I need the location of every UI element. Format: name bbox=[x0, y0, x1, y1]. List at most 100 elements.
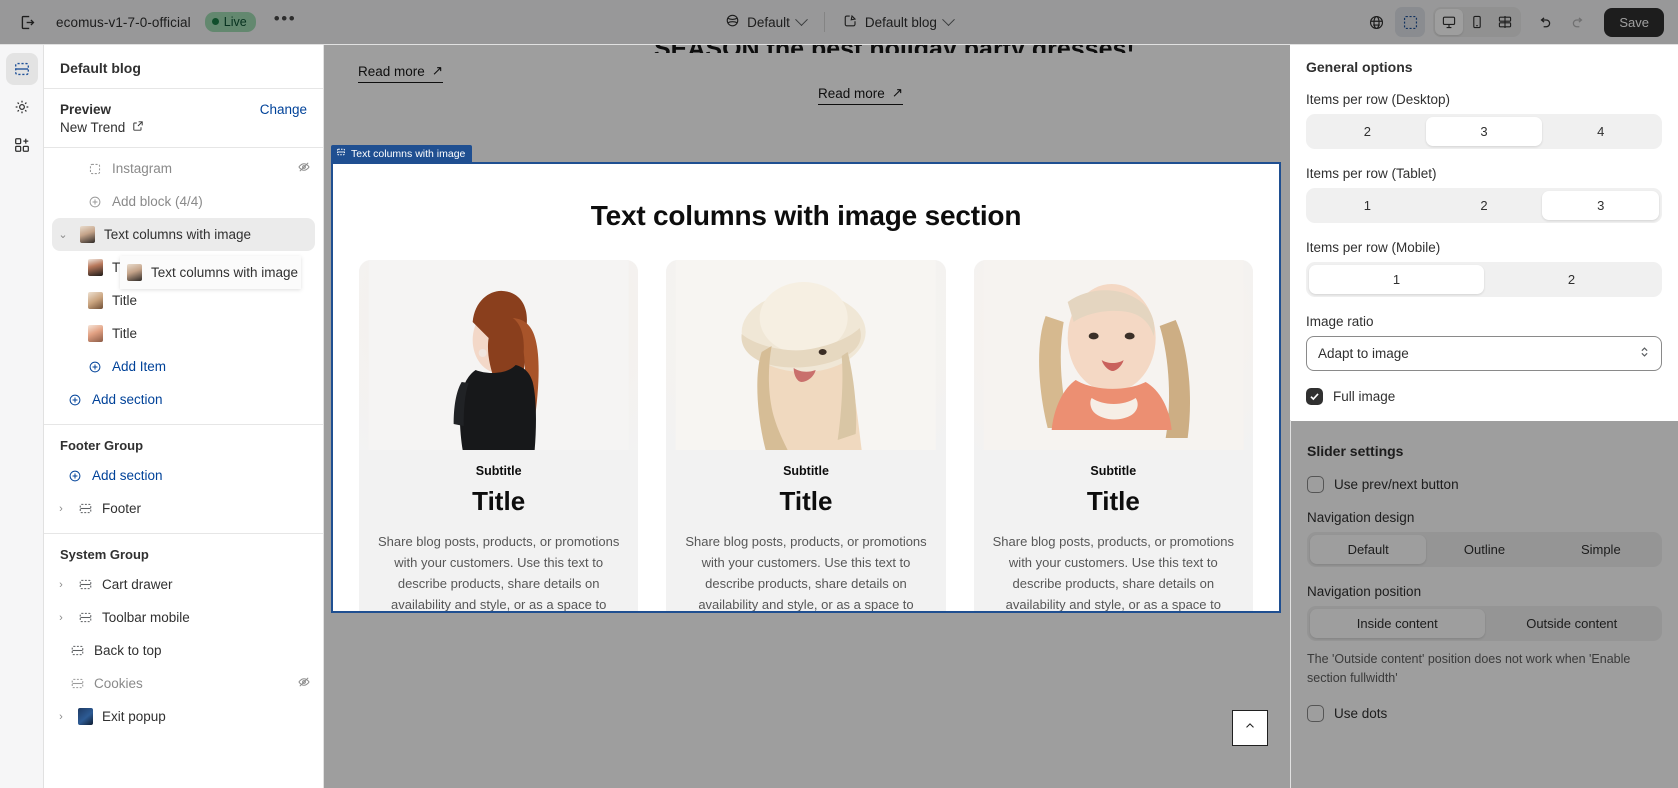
sidebar-item-label: Exit popup bbox=[102, 709, 166, 724]
change-preview-link[interactable]: Change bbox=[260, 102, 307, 117]
save-button[interactable]: Save bbox=[1604, 7, 1664, 37]
icon-rail bbox=[0, 45, 44, 788]
theme-editor-app: ecomus-v1-7-0-official Live ••• Default bbox=[0, 0, 1678, 788]
chevron-right-icon[interactable]: › bbox=[54, 503, 68, 515]
sidebar-title: Default blog bbox=[60, 60, 141, 76]
card-item[interactable]: Subtitle Title Share blog posts, product… bbox=[973, 260, 1253, 612]
card-subtitle: Subtitle bbox=[475, 464, 522, 478]
external-link-icon[interactable] bbox=[132, 120, 144, 135]
card-text: Share blog posts, products, or promotion… bbox=[685, 534, 927, 612]
tablet-option-2[interactable]: 2 bbox=[1426, 191, 1542, 220]
settings-panel: General options Items per row (Desktop) … bbox=[1290, 45, 1678, 788]
apps-add-icon[interactable] bbox=[6, 129, 38, 161]
slider-settings-title: Slider settings bbox=[1307, 443, 1404, 459]
sidebar-add-section-main[interactable]: Add section bbox=[44, 383, 323, 416]
card-title: Title bbox=[1086, 486, 1140, 516]
top-bar-center: Default Default blog bbox=[559, 8, 1119, 36]
theme-selector[interactable]: Default bbox=[716, 8, 815, 36]
prev-next-checkbox[interactable] bbox=[1307, 476, 1324, 493]
code-inspector-icon[interactable] bbox=[1361, 7, 1391, 37]
hidden-eye-icon[interactable] bbox=[297, 160, 311, 177]
selected-section-tab-label: Text columns with image bbox=[351, 147, 466, 160]
card-item[interactable]: Subtitle Title Share blog posts, product… bbox=[359, 260, 639, 611]
navigation-position-hint: The 'Outside content' position does not … bbox=[1307, 652, 1631, 685]
card-subtitle: Subtitle bbox=[783, 464, 829, 478]
settings-gear-icon[interactable] bbox=[6, 91, 38, 123]
sidebar-item-text-columns-with-image[interactable]: ⌄ Text columns with image bbox=[52, 218, 315, 251]
use-dots-label: Use dots bbox=[1334, 706, 1388, 721]
sidebar-item-cookies[interactable]: Cookies bbox=[44, 667, 323, 700]
sidebar-item-toolbar-mobile[interactable]: › Toolbar mobile bbox=[44, 601, 323, 634]
page-selector[interactable]: Default blog bbox=[834, 8, 962, 36]
sidebar-item-instagram[interactable]: Instagram bbox=[44, 152, 323, 185]
chevron-right-icon[interactable]: › bbox=[54, 579, 68, 591]
status-badge-label: Live bbox=[223, 14, 247, 29]
full-image-checkbox[interactable] bbox=[1307, 388, 1324, 405]
prev-next-row[interactable]: Use prev/next button bbox=[1307, 476, 1662, 493]
sidebar-add-item-label: Add Item bbox=[112, 359, 167, 374]
edit-page-icon bbox=[843, 13, 858, 31]
shop-name: ecomus-v1-7-0-official bbox=[56, 14, 191, 30]
sidebar-item-footer[interactable]: › Footer bbox=[44, 492, 323, 525]
back-to-top-button[interactable] bbox=[1232, 710, 1268, 746]
model-photo-1 bbox=[368, 260, 629, 450]
desktop-option-4[interactable]: 4 bbox=[1543, 117, 1659, 146]
preview-value: New Trend bbox=[60, 120, 307, 135]
nav-position-inside[interactable]: Inside content bbox=[1310, 609, 1485, 638]
use-dots-row[interactable]: Use dots bbox=[1307, 705, 1662, 722]
hidden-eye-icon[interactable] bbox=[297, 675, 311, 692]
more-options-button[interactable]: ••• bbox=[270, 9, 301, 36]
chevron-down-icon[interactable]: ⌄ bbox=[56, 228, 70, 241]
navigation-position-segmented: Inside content Outside content bbox=[1307, 606, 1662, 641]
pointer-select-icon[interactable] bbox=[1395, 7, 1426, 37]
plus-circle-icon bbox=[86, 195, 104, 209]
full-image-row[interactable]: Full image bbox=[1307, 388, 1662, 405]
sidebar-add-item[interactable]: Add Item bbox=[44, 350, 323, 383]
fullscreen-icon[interactable] bbox=[1491, 9, 1519, 35]
mobile-icon[interactable] bbox=[1463, 9, 1491, 35]
read-more-link-2[interactable]: Read more ↗ bbox=[818, 85, 904, 105]
nav-position-outside[interactable]: Outside content bbox=[1485, 609, 1660, 638]
mobile-option-1[interactable]: 1 bbox=[1310, 265, 1485, 294]
image-thumb-icon bbox=[86, 325, 104, 342]
desktop-icon[interactable] bbox=[1435, 9, 1464, 35]
use-dots-checkbox[interactable] bbox=[1307, 705, 1324, 722]
sections-icon[interactable] bbox=[5, 53, 38, 85]
sidebar-item-exit-popup[interactable]: › Exit popup bbox=[44, 700, 323, 733]
card-item[interactable]: Subtitle Title Share blog posts, product… bbox=[666, 260, 946, 612]
chevron-right-icon[interactable]: › bbox=[54, 711, 68, 723]
nav-design-outline[interactable]: Outline bbox=[1426, 535, 1542, 564]
read-more-link-1[interactable]: Read more ↗ bbox=[358, 63, 444, 83]
tablet-option-1[interactable]: 1 bbox=[1310, 191, 1426, 220]
sidebar-item-label: Toolbar mobile bbox=[102, 610, 190, 625]
section-heading: Text columns with image section bbox=[590, 200, 1022, 231]
card-text: Share blog posts, products, or promotion… bbox=[992, 534, 1234, 612]
left-sidebar: Default blog Preview Change New Trend In… bbox=[44, 45, 324, 788]
chevron-right-icon[interactable]: › bbox=[54, 612, 68, 624]
cards-row: Subtitle Title Share blog posts, product… bbox=[349, 260, 1263, 612]
sidebar-add-block-label: Add block (4/4) bbox=[112, 194, 203, 209]
image-ratio-select[interactable]: Adapt to image bbox=[1307, 336, 1662, 371]
navigation-design-label: Navigation design bbox=[1307, 510, 1415, 525]
mobile-option-2[interactable]: 2 bbox=[1485, 265, 1660, 294]
model-photo-3 bbox=[983, 260, 1244, 450]
footer-add-section[interactable]: Add section bbox=[44, 459, 323, 492]
selected-section-frame[interactable]: Text columns with image section Subtitle… bbox=[331, 162, 1281, 613]
text-columns-with-image-section: Text columns with image section Subtitle… bbox=[333, 164, 1279, 611]
sidebar-add-block[interactable]: Add block (4/4) bbox=[44, 185, 323, 218]
general-options-group: General options Items per row (Desktop) … bbox=[1291, 45, 1678, 421]
selected-section-tab[interactable]: Text columns with image bbox=[331, 145, 473, 162]
sidebar-item-back-to-top[interactable]: Back to top bbox=[44, 634, 323, 667]
sidebar-item-cart-drawer[interactable]: › Cart drawer bbox=[44, 568, 323, 601]
desktop-option-3[interactable]: 3 bbox=[1426, 117, 1543, 146]
nav-design-simple[interactable]: Simple bbox=[1543, 535, 1659, 564]
undo-icon[interactable] bbox=[1529, 7, 1559, 37]
sidebar-item-title-3[interactable]: Title bbox=[44, 317, 323, 350]
navigation-design-segmented: Default Outline Simple bbox=[1307, 532, 1662, 567]
chevron-down-icon bbox=[942, 12, 955, 26]
tablet-option-3[interactable]: 3 bbox=[1542, 191, 1659, 220]
system-group-title: System Group bbox=[60, 547, 149, 562]
exit-icon[interactable] bbox=[12, 7, 42, 37]
desktop-option-2[interactable]: 2 bbox=[1310, 117, 1426, 146]
nav-design-default[interactable]: Default bbox=[1310, 535, 1427, 564]
